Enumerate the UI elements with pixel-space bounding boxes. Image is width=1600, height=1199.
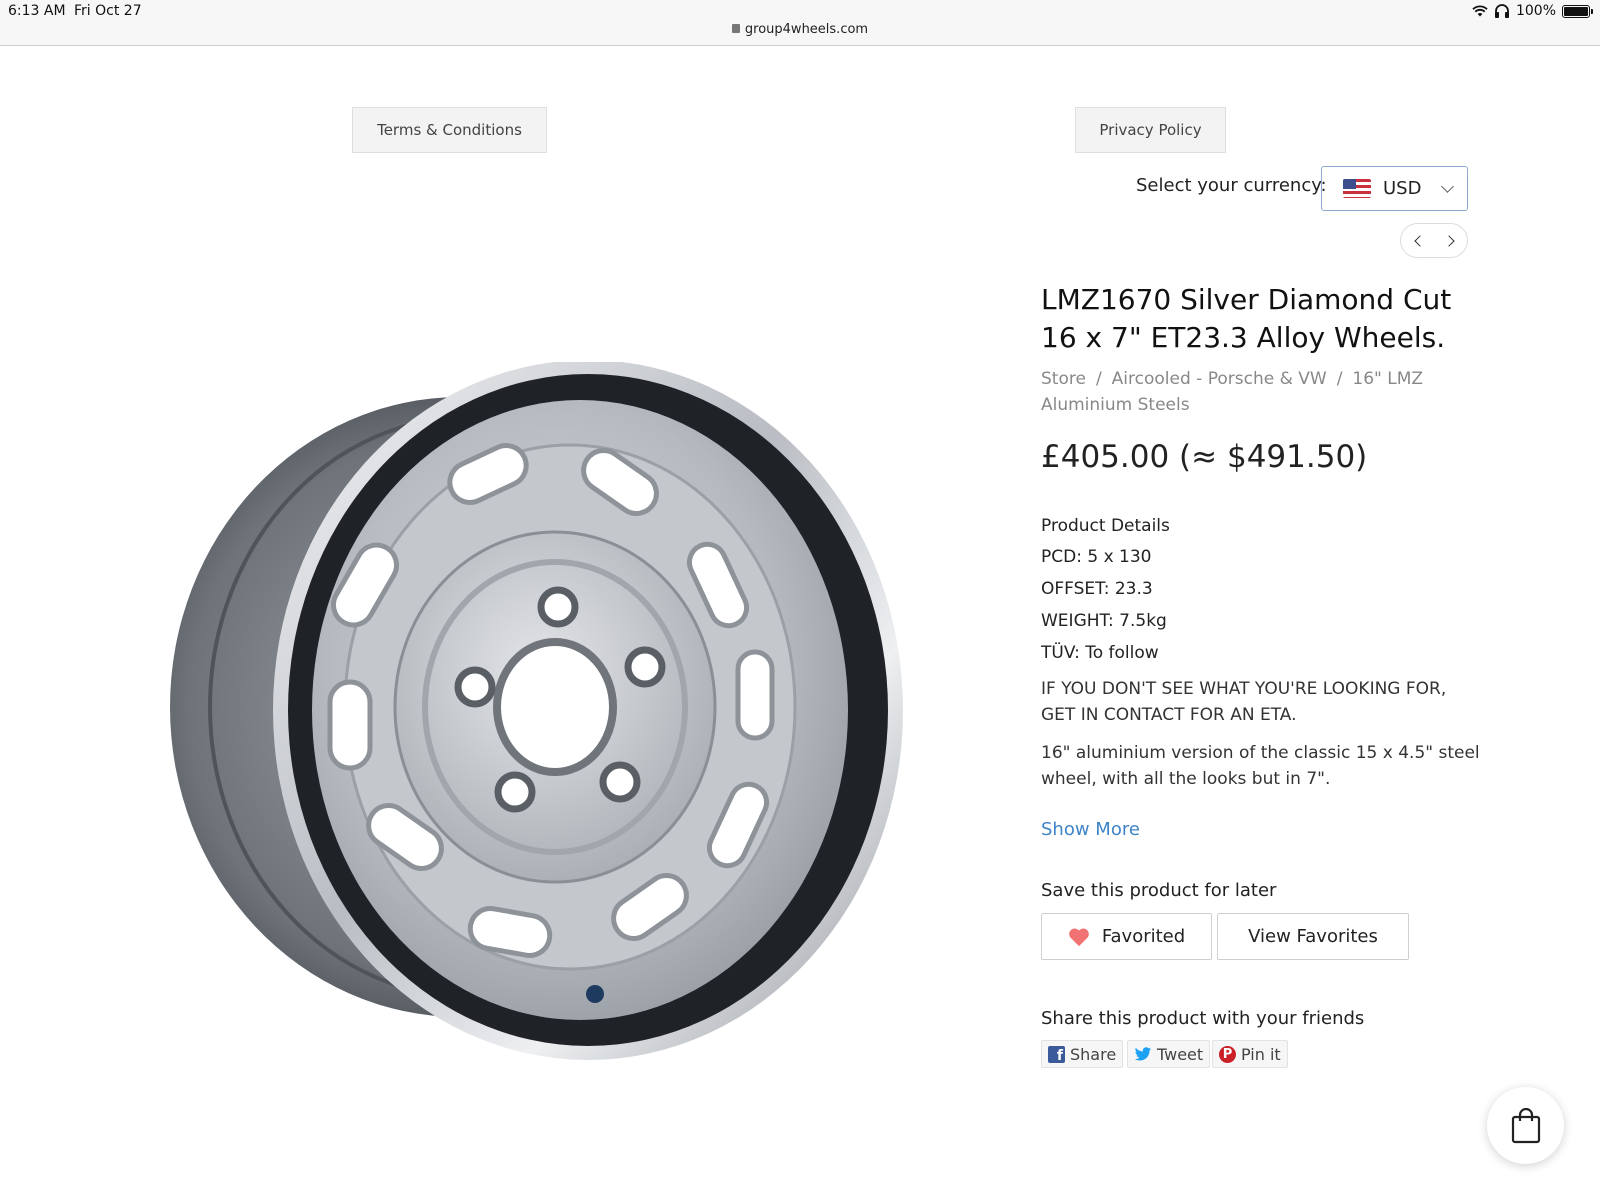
status-time: 6:13 AM: [8, 3, 66, 19]
show-more-link[interactable]: Show More: [1041, 819, 1140, 840]
status-indicators: 100%: [1472, 3, 1593, 19]
pinterest-pin-label: Pin it: [1241, 1044, 1281, 1064]
chevron-left-icon: [1413, 234, 1426, 247]
pinterest-icon: P: [1219, 1045, 1236, 1063]
browser-top-bar: 6:13 AM Fri Oct 27 100% group4wheels.com: [0, 0, 1600, 46]
url-text: group4wheels.com: [744, 22, 869, 37]
us-flag-icon: [1343, 179, 1371, 198]
save-for-later-label: Save this product for later: [1041, 880, 1277, 901]
product-description: 16" aluminium version of the classic 15 …: [1041, 743, 1480, 789]
spec-weight: WEIGHT: 7.5kg: [1041, 611, 1167, 631]
product-details-heading: Product Details: [1041, 516, 1170, 536]
currency-value: USD: [1383, 178, 1422, 199]
lock-icon: [731, 24, 740, 33]
privacy-policy-link[interactable]: Privacy Policy: [1075, 107, 1226, 153]
pinterest-pin-button[interactable]: P Pin it: [1212, 1040, 1288, 1068]
breadcrumb: Store / Aircooled - Porsche & VW/16" LMZ A…: [1041, 369, 1424, 415]
spec-pcd: PCD: 5 x 130: [1041, 547, 1152, 567]
product-image[interactable]: [170, 362, 930, 1082]
currency-select[interactable]: USD: [1321, 166, 1468, 211]
address-bar[interactable]: group4wheels.com: [0, 22, 1600, 37]
status-date: Fri Oct 27: [74, 3, 142, 19]
shopping-bag-icon: [1511, 1107, 1540, 1143]
twitter-icon: [1134, 1046, 1152, 1061]
view-favorites-button[interactable]: View Favorites: [1217, 913, 1409, 960]
twitter-tweet-label: Tweet: [1157, 1044, 1204, 1064]
twitter-tweet-button[interactable]: Tweet: [1127, 1040, 1211, 1068]
next-product-button[interactable]: [1434, 224, 1467, 257]
spec-tuv: TÜV: To follow: [1041, 643, 1159, 663]
chevron-down-icon: [1441, 180, 1454, 193]
battery-percent: 100%: [1515, 3, 1556, 19]
product-title: LMZ1670 Silver Diamond Cut 16 x 7" ET23.…: [1041, 283, 1452, 354]
previous-product-button[interactable]: [1401, 224, 1434, 257]
headphones-icon: [1494, 4, 1509, 18]
battery-icon: [1562, 4, 1593, 18]
breadcrumb-store[interactable]: Store: [1041, 369, 1086, 389]
chevron-right-icon: [1442, 234, 1455, 247]
spec-offset: OFFSET: 23.3: [1041, 579, 1153, 599]
shopping-bag-button[interactable]: [1487, 1087, 1564, 1164]
terms-conditions-link[interactable]: Terms & Conditions: [352, 107, 547, 153]
favorited-button[interactable]: Favorited: [1041, 913, 1212, 960]
favorited-label: Favorited: [1101, 926, 1186, 947]
eta-notice: IF YOU DON'T SEE WHAT YOU'RE LOOKING FOR…: [1041, 679, 1447, 725]
product-pager: [1400, 223, 1468, 258]
product-price: £405.00 (≈ $491.50): [1041, 439, 1368, 475]
facebook-icon: f: [1048, 1045, 1065, 1063]
facebook-share-button[interactable]: f Share: [1041, 1040, 1124, 1068]
share-label: Share this product with your friends: [1041, 1008, 1365, 1029]
currency-label: Select your currency:: [1136, 175, 1327, 196]
breadcrumb-aircooled[interactable]: Aircooled - Porsche & VW: [1112, 369, 1327, 389]
wifi-icon: [1472, 5, 1488, 17]
facebook-share-label: Share: [1070, 1044, 1117, 1064]
heart-icon: [1068, 928, 1089, 946]
